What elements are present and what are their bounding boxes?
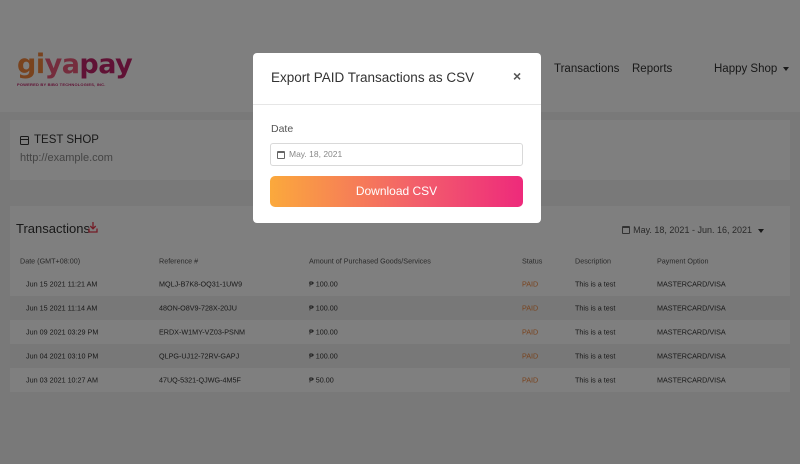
modal-title: Export PAID Transactions as CSV [271,70,475,85]
export-csv-modal: Export PAID Transactions as CSV × Date M… [253,53,541,223]
download-csv-button[interactable]: Download CSV [270,176,523,207]
close-icon[interactable]: × [513,68,521,84]
modal-divider [253,104,541,105]
date-field[interactable]: May. 18, 2021 [270,143,523,166]
date-field-value: May. 18, 2021 [289,149,343,159]
date-label: Date [271,123,294,135]
calendar-icon [277,151,285,159]
